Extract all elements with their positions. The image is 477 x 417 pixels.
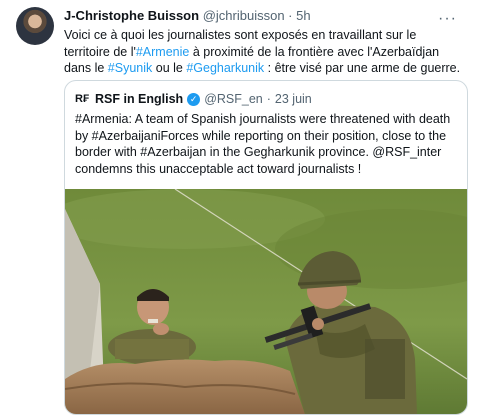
separator-dot: · [288,8,293,23]
separator-dot: · [266,92,271,106]
hashtag-armenie[interactable]: #Armenie [136,45,190,59]
quoted-tweet-text: #Armenia: A team of Spanish journalists … [75,112,451,176]
author-name[interactable]: J-Christophe Buisson [64,8,199,23]
hashtag-gegharkunik[interactable]: #Gegharkunik [186,61,264,75]
tweet-text-segment: : être visé par une arme de guerre. [264,61,461,75]
quoted-tweet-photo[interactable] [65,189,467,414]
photo-icon [65,189,467,414]
quoted-tweet-header: R₣ RSF in English ✓ @RSF_en · 23 juin [75,91,312,107]
tweet-text: Voici ce à quoi les journalistes sont ex… [64,27,462,77]
verified-badge-icon: ✓ [187,92,201,106]
tweet-header: J-Christophe Buisson @jchribuisson · 5h … [64,8,467,28]
quoted-tweet-date[interactable]: 23 juin [275,92,312,106]
quoted-author-name[interactable]: RSF in English [95,92,183,106]
more-horizontal-icon[interactable]: ··· [438,10,457,28]
tweet-time[interactable]: 5h [296,8,310,23]
quoted-author-handle[interactable]: @RSF_en [204,92,263,106]
author-handle[interactable]: @jchribuisson [203,8,285,23]
rsf-logo: R₣ [75,93,90,105]
hashtag-syunik[interactable]: #Syunik [108,61,152,75]
tweet-text-segment: ou le [152,61,187,75]
avatar[interactable] [16,7,54,45]
tweet[interactable]: J-Christophe Buisson @jchribuisson · 5h … [0,0,477,417]
quoted-tweet[interactable]: R₣ RSF in English ✓ @RSF_en · 23 juin #A… [64,80,468,415]
